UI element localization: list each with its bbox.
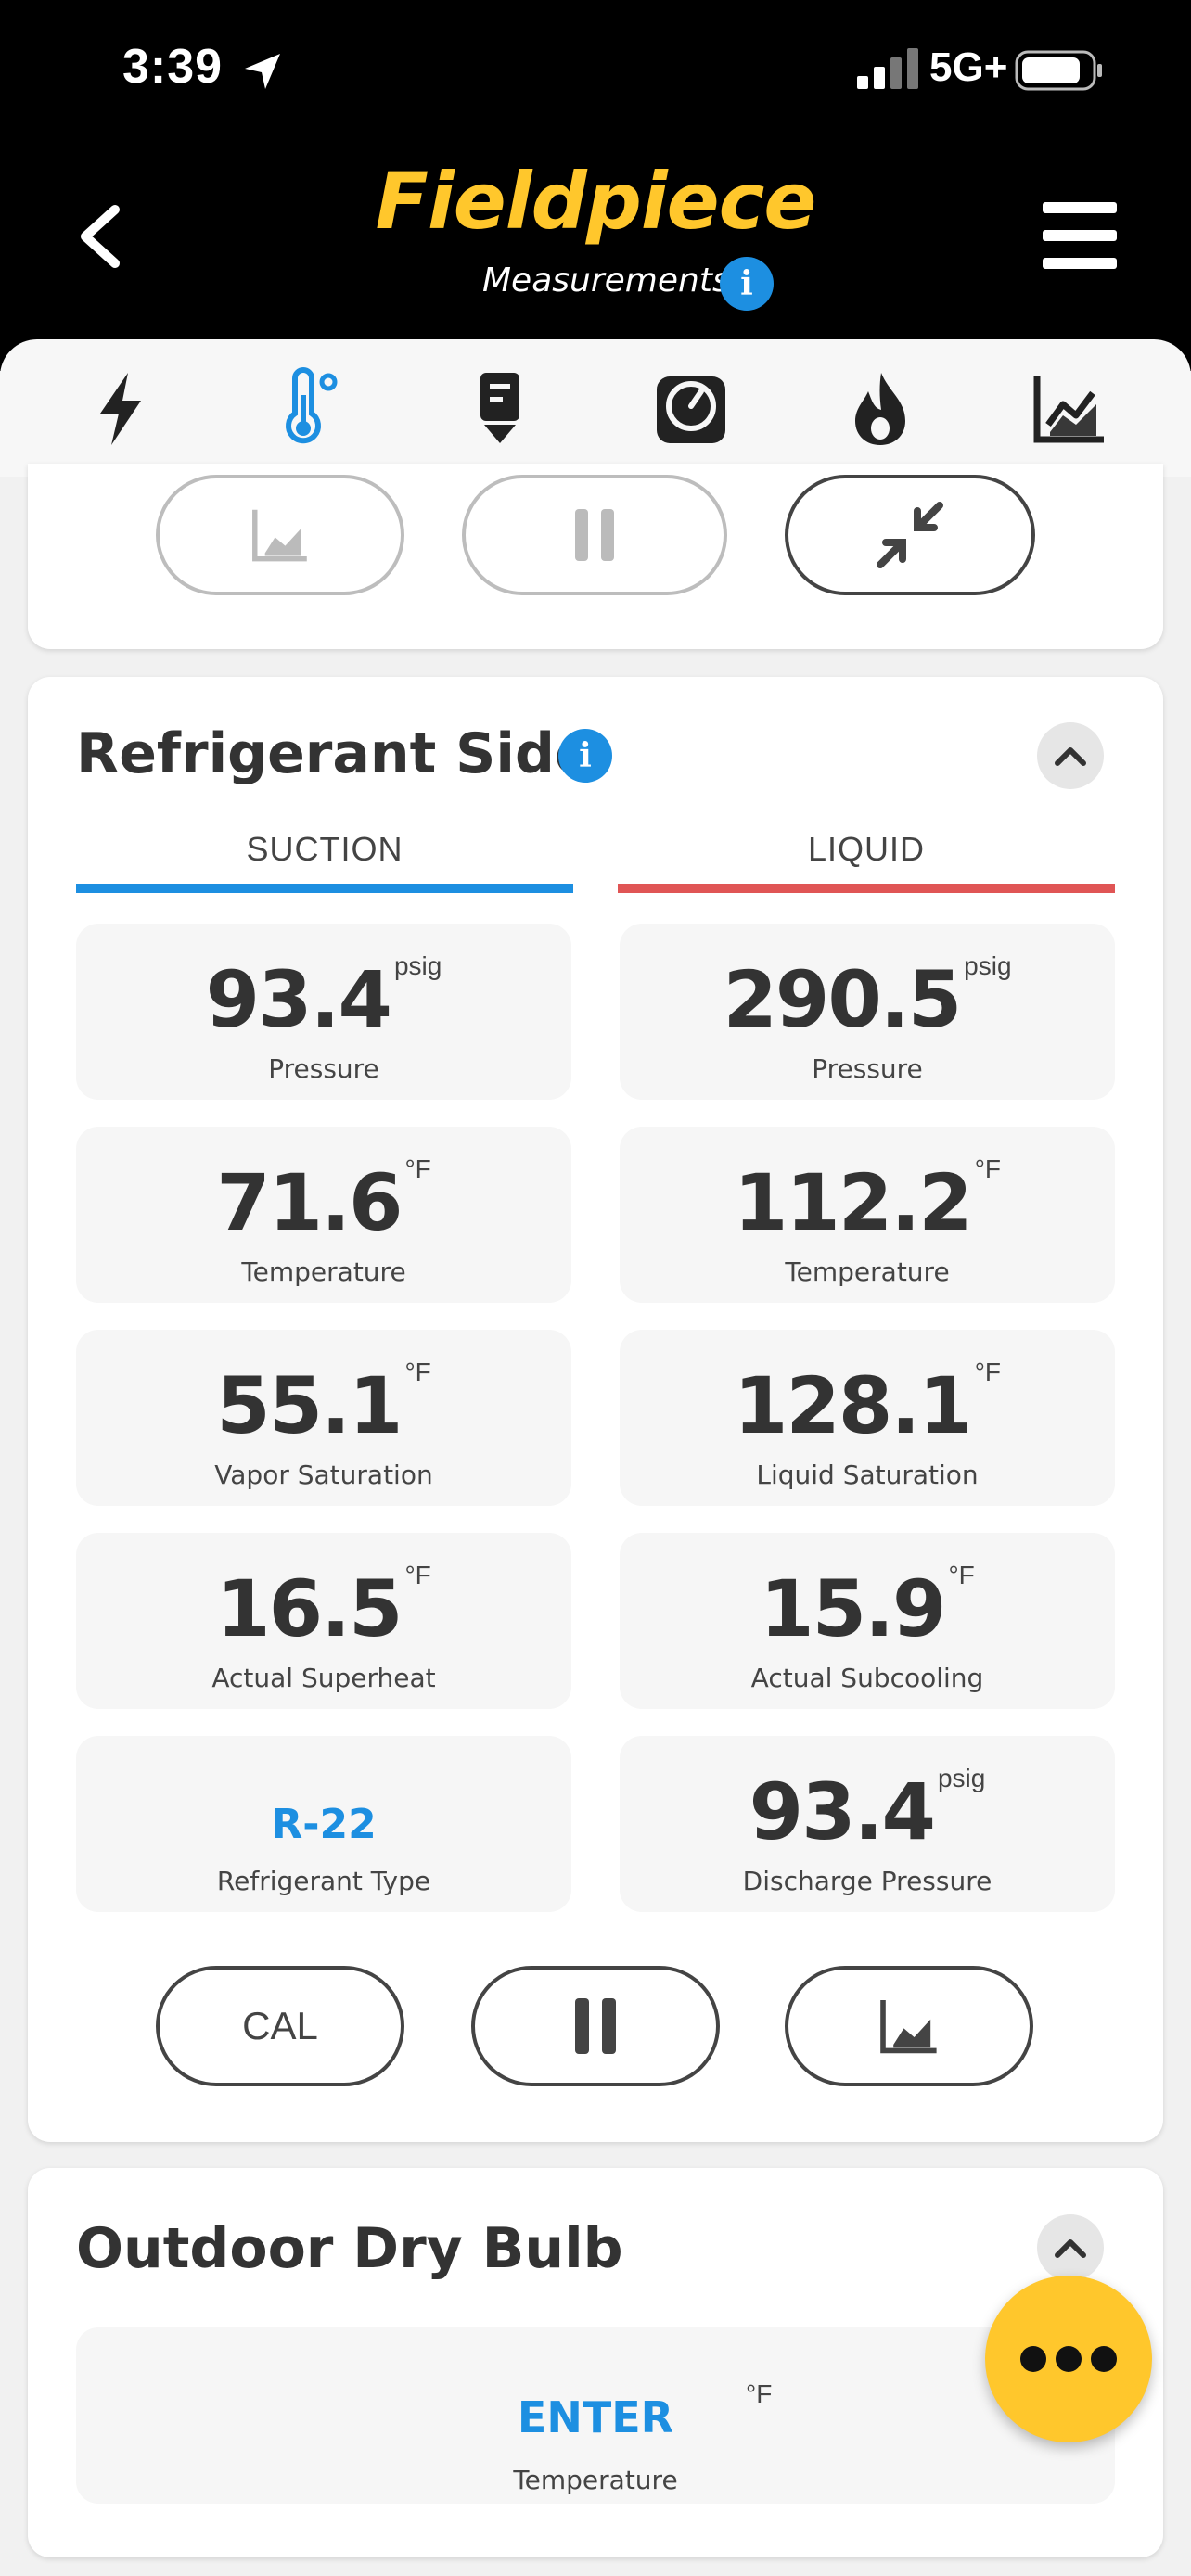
reading-value: 15.9 xyxy=(760,1563,946,1654)
cellular-signal-icon xyxy=(857,48,918,89)
trend-button-disabled[interactable] xyxy=(156,475,404,595)
liquid-color-bar xyxy=(618,884,1115,893)
refrigerant-type-tile[interactable]: R-22 Refrigerant Type xyxy=(76,1736,571,1912)
reading-value: 93.4 xyxy=(205,954,392,1045)
enter-value-link[interactable]: ENTER xyxy=(76,2392,1115,2442)
suction-temperature-tile[interactable]: 71.6 °F Temperature xyxy=(76,1127,571,1303)
page-subtitle: Measurements xyxy=(482,261,730,300)
chart-trend-icon xyxy=(880,2000,937,2054)
collapse-section-button[interactable] xyxy=(1037,722,1104,789)
reading-unit: °F xyxy=(404,1154,431,1183)
arrows-collapse-icon xyxy=(877,502,943,568)
info-icon[interactable]: i xyxy=(720,257,774,311)
outdoor-temperature-tile[interactable]: ENTER °F Temperature xyxy=(76,2327,1115,2504)
liquid-temperature-tile[interactable]: 112.2 °F Temperature xyxy=(620,1127,1115,1303)
liquid-column-header: LIQUID xyxy=(807,830,926,868)
thermometer-icon[interactable] xyxy=(265,367,349,451)
location-arrow-icon xyxy=(245,54,280,89)
cal-button[interactable]: CAL xyxy=(156,1966,404,2086)
reading-label: Discharge Pressure xyxy=(742,1866,992,1896)
pause-icon xyxy=(575,509,614,561)
refrigerant-type-value[interactable]: R-22 xyxy=(76,1801,571,1848)
fieldpiece-logo: Fieldpiece xyxy=(375,156,817,247)
reading-unit: psig xyxy=(937,1764,986,1792)
chart-trend-icon[interactable] xyxy=(1028,367,1111,451)
liquid-pressure-tile[interactable]: 290.5 psig Pressure xyxy=(620,924,1115,1100)
trend-button[interactable] xyxy=(785,1966,1033,2086)
reading-value: 93.4 xyxy=(749,1766,936,1857)
reading-value: 290.5 xyxy=(723,954,962,1045)
discharge-pressure-tile[interactable]: 93.4 psig Discharge Pressure xyxy=(620,1736,1115,1912)
menu-line xyxy=(1043,258,1117,269)
chart-trend-icon xyxy=(252,509,307,562)
reading-label: Liquid Saturation xyxy=(756,1460,979,1490)
menu-line xyxy=(1043,230,1117,241)
pause-button-disabled[interactable] xyxy=(462,475,727,595)
reading-label: Vapor Saturation xyxy=(214,1460,433,1490)
network-type: 5G+ xyxy=(929,45,1008,90)
reading-unit: °F xyxy=(746,2379,773,2408)
lightning-bolt-icon[interactable] xyxy=(80,367,163,451)
liquid-saturation-tile[interactable]: 128.1 °F Liquid Saturation xyxy=(620,1330,1115,1506)
pause-button[interactable] xyxy=(471,1966,720,2086)
hamburger-menu-icon[interactable] xyxy=(1043,202,1117,269)
collapse-view-button[interactable] xyxy=(785,475,1035,595)
suction-color-bar xyxy=(76,884,573,893)
reading-label: Actual Superheat xyxy=(211,1663,436,1693)
reading-value: 71.6 xyxy=(216,1157,403,1248)
reading-value: 55.1 xyxy=(216,1360,403,1451)
gauge-icon[interactable] xyxy=(649,367,733,451)
reading-unit: °F xyxy=(974,1154,1001,1183)
reading-label: Actual Subcooling xyxy=(750,1663,984,1693)
reading-unit: °F xyxy=(948,1561,975,1589)
actual-subcooling-tile[interactable]: 15.9 °F Actual Subcooling xyxy=(620,1533,1115,1709)
info-icon[interactable]: i xyxy=(558,729,612,783)
previous-section-card xyxy=(28,464,1163,649)
reading-value: 128.1 xyxy=(733,1360,973,1451)
category-tab-bar xyxy=(0,339,1191,477)
reading-unit: °F xyxy=(404,1561,431,1589)
collapse-section-button[interactable] xyxy=(1037,2214,1104,2281)
section-title: Outdoor Dry Bulb xyxy=(76,2216,623,2281)
more-dot-icon xyxy=(1091,2346,1117,2372)
section-title: Refrigerant Side xyxy=(76,721,593,786)
status-time: 3:39 xyxy=(122,40,224,94)
suction-pressure-tile[interactable]: 93.4 psig Pressure xyxy=(76,924,571,1100)
more-dot-icon xyxy=(1056,2346,1082,2372)
reading-label: Refrigerant Type xyxy=(216,1866,431,1896)
reading-unit: °F xyxy=(974,1358,1001,1386)
cal-button-label: CAL xyxy=(242,2004,318,2047)
reading-label: Pressure xyxy=(812,1053,923,1084)
chevron-up-icon xyxy=(1055,747,1086,766)
reading-label: Pressure xyxy=(268,1053,379,1084)
reading-unit: °F xyxy=(404,1358,431,1386)
flame-icon[interactable] xyxy=(839,367,922,451)
suction-column-header: SUCTION xyxy=(246,830,403,868)
reading-value: 112.2 xyxy=(733,1157,973,1248)
battery-icon xyxy=(1015,50,1102,91)
reading-unit: psig xyxy=(964,951,1012,980)
more-dot-icon xyxy=(1020,2346,1046,2372)
more-options-fab[interactable] xyxy=(985,2276,1152,2442)
chevron-up-icon xyxy=(1055,2239,1086,2258)
reading-label: Temperature xyxy=(241,1256,406,1287)
probe-icon[interactable] xyxy=(458,367,542,451)
menu-line xyxy=(1043,202,1117,213)
reading-unit: psig xyxy=(393,951,442,980)
reading-label: Temperature xyxy=(785,1256,950,1287)
pause-icon xyxy=(575,1998,616,2054)
reading-label: Temperature xyxy=(513,2465,678,2495)
actual-superheat-tile[interactable]: 16.5 °F Actual Superheat xyxy=(76,1533,571,1709)
reading-value: 16.5 xyxy=(216,1563,403,1654)
vapor-saturation-tile[interactable]: 55.1 °F Vapor Saturation xyxy=(76,1330,571,1506)
